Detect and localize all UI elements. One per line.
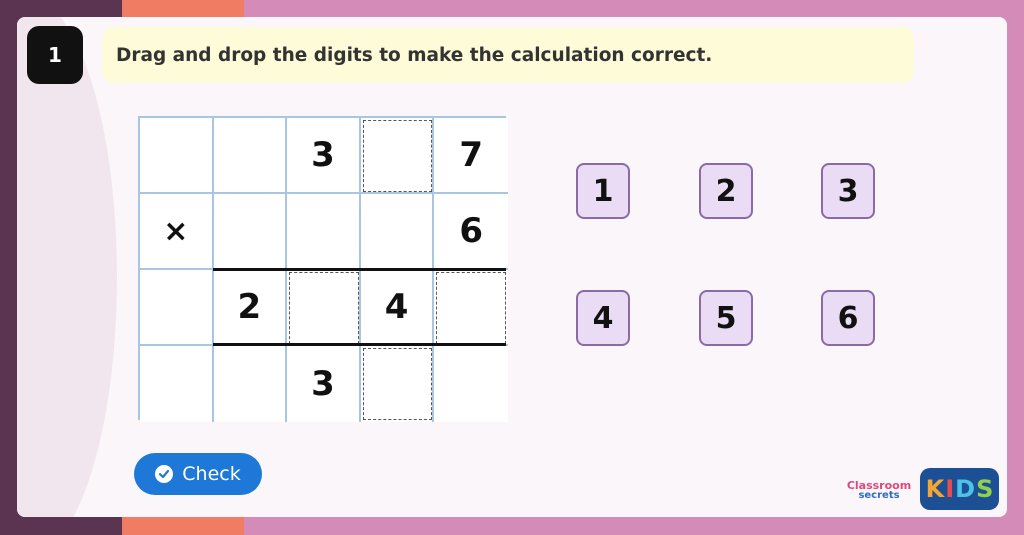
drop-zone[interactable] [360, 346, 435, 422]
classroom-secrets-logo: Classroom secrets [839, 473, 919, 507]
grid-cell [360, 194, 435, 270]
kids-logo: K I D S [920, 468, 999, 510]
digit-tile[interactable]: 6 [821, 290, 875, 346]
multiply-symbol: × [140, 194, 214, 270]
check-button[interactable]: Check [134, 453, 262, 495]
grid-cell [213, 194, 288, 270]
check-button-label: Check [182, 463, 241, 485]
grid-cell [140, 346, 214, 422]
multiplication-grid: 3 7 × 6 2 4 3 [138, 116, 508, 422]
check-circle-icon [155, 465, 174, 483]
instruction-banner: Drag and drop the digits to make the cal… [102, 27, 914, 83]
grid-cell: 4 [360, 270, 435, 346]
card-wave-decoration [17, 17, 117, 517]
grid-cell: 6 [434, 194, 508, 270]
grid-cell [213, 346, 288, 422]
grid-cell [213, 118, 288, 194]
logo-kids-letter: I [945, 475, 955, 503]
answer-line-bottom [213, 343, 506, 346]
grid-cell: 3 [287, 346, 361, 422]
grid-cell [287, 194, 361, 270]
logo-secrets-text: secrets [858, 489, 900, 501]
drop-zone[interactable] [360, 118, 435, 194]
logo-kids-letter: S [976, 475, 994, 503]
logo-kids-letter: K [925, 475, 945, 503]
drop-zone[interactable] [287, 270, 361, 346]
question-number-badge: 1 [27, 26, 83, 84]
question-card: 1 Drag and drop the digits to make the c… [17, 17, 1007, 517]
grid-cell: 7 [434, 118, 508, 194]
digit-tile[interactable]: 1 [576, 163, 630, 219]
instruction-text: Drag and drop the digits to make the cal… [116, 44, 713, 66]
grid-cell: 3 [287, 118, 361, 194]
grid-cell: 2 [213, 270, 288, 346]
digit-tile[interactable]: 3 [821, 163, 875, 219]
digit-tile[interactable]: 5 [699, 290, 753, 346]
grid-cell [140, 270, 214, 346]
digit-tile[interactable]: 2 [699, 163, 753, 219]
answer-line-top [213, 268, 506, 271]
logo-classroom-text: Classroom [846, 478, 912, 492]
grid-cell [140, 118, 214, 194]
drop-zone[interactable] [434, 270, 508, 346]
grid-cell [434, 346, 508, 422]
digit-tile[interactable]: 4 [576, 290, 630, 346]
logo-kids-letter: D [955, 475, 976, 503]
